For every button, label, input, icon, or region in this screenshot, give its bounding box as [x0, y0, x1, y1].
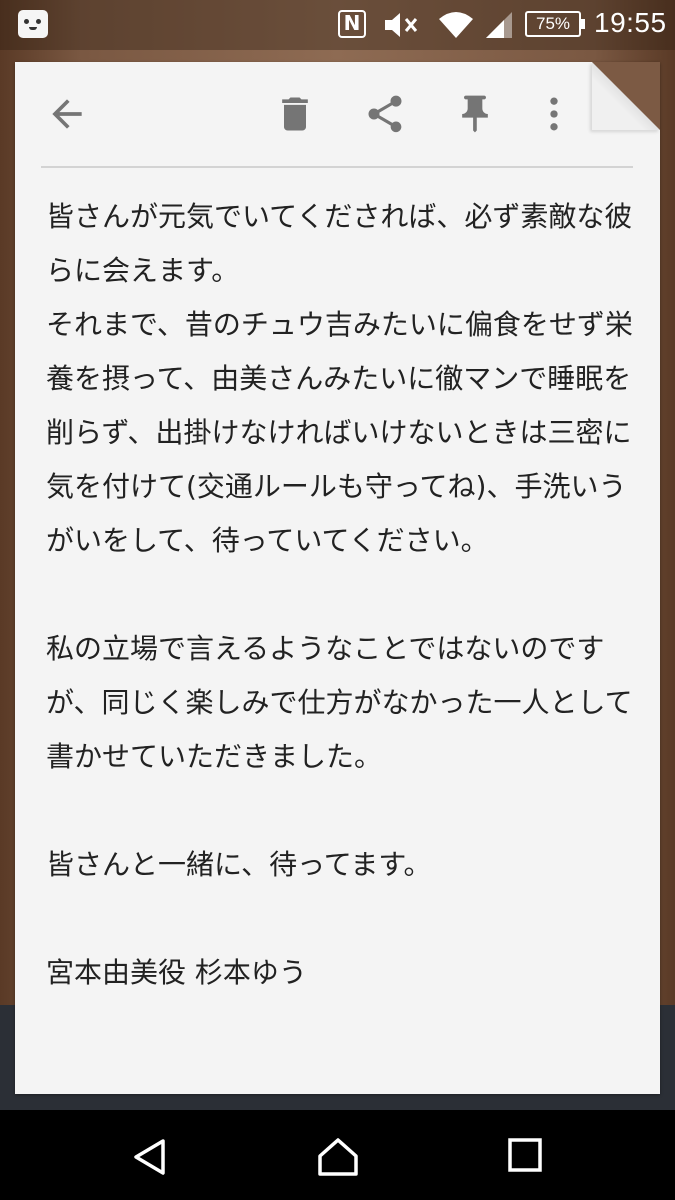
note-paragraph: 私の立場で言えるようなことではないのですが、同じく楽しみで仕方がなかった一人とし…	[46, 632, 633, 773]
more-options-button[interactable]	[532, 92, 576, 136]
pin-button[interactable]	[453, 92, 497, 136]
app-notification-icon	[18, 10, 48, 38]
status-bar: N 75% 19:55	[0, 0, 675, 50]
nav-recents-button[interactable]	[507, 1137, 543, 1177]
nfc-icon: N	[338, 10, 366, 38]
nav-recents-icon	[508, 1138, 542, 1172]
more-vert-icon	[550, 97, 558, 131]
note-toolbar	[15, 62, 660, 167]
nav-back-button[interactable]	[131, 1137, 171, 1181]
nav-home-button[interactable]	[316, 1137, 360, 1181]
note-text-area[interactable]: 皆さんが元気でいてくだされば、必ず素敵な彼らに会えます。 それまで、昔のチュウ吉…	[46, 190, 636, 1000]
delete-icon	[282, 97, 308, 131]
wifi-icon	[438, 10, 474, 44]
note-paragraph: 皆さんが元気でいてくだされば、必ず素敵な彼らに会えます。 それまで、昔のチュウ吉…	[46, 200, 633, 557]
share-icon	[368, 95, 402, 133]
back-button[interactable]	[45, 92, 89, 136]
nav-back-icon	[134, 1139, 165, 1175]
note-signature: 宮本由美役 杉本ゆう	[46, 956, 307, 989]
note-card[interactable]: 皆さんが元気でいてくだされば、必ず素敵な彼らに会えます。 それまで、昔のチュウ吉…	[15, 62, 660, 1094]
cell-signal-icon	[484, 10, 514, 44]
back-arrow-icon	[52, 99, 82, 129]
battery-icon: 75%	[525, 11, 585, 37]
share-button[interactable]	[363, 92, 407, 136]
note-paragraph: 皆さんと一緒に、待ってます。	[46, 848, 432, 881]
navigation-bar	[0, 1110, 675, 1200]
pin-icon	[462, 95, 488, 133]
nav-home-icon	[318, 1138, 358, 1176]
toolbar-divider	[41, 166, 633, 168]
status-time: 19:55	[594, 7, 667, 38]
delete-button[interactable]	[273, 92, 317, 136]
volume-mute-icon	[382, 10, 422, 44]
